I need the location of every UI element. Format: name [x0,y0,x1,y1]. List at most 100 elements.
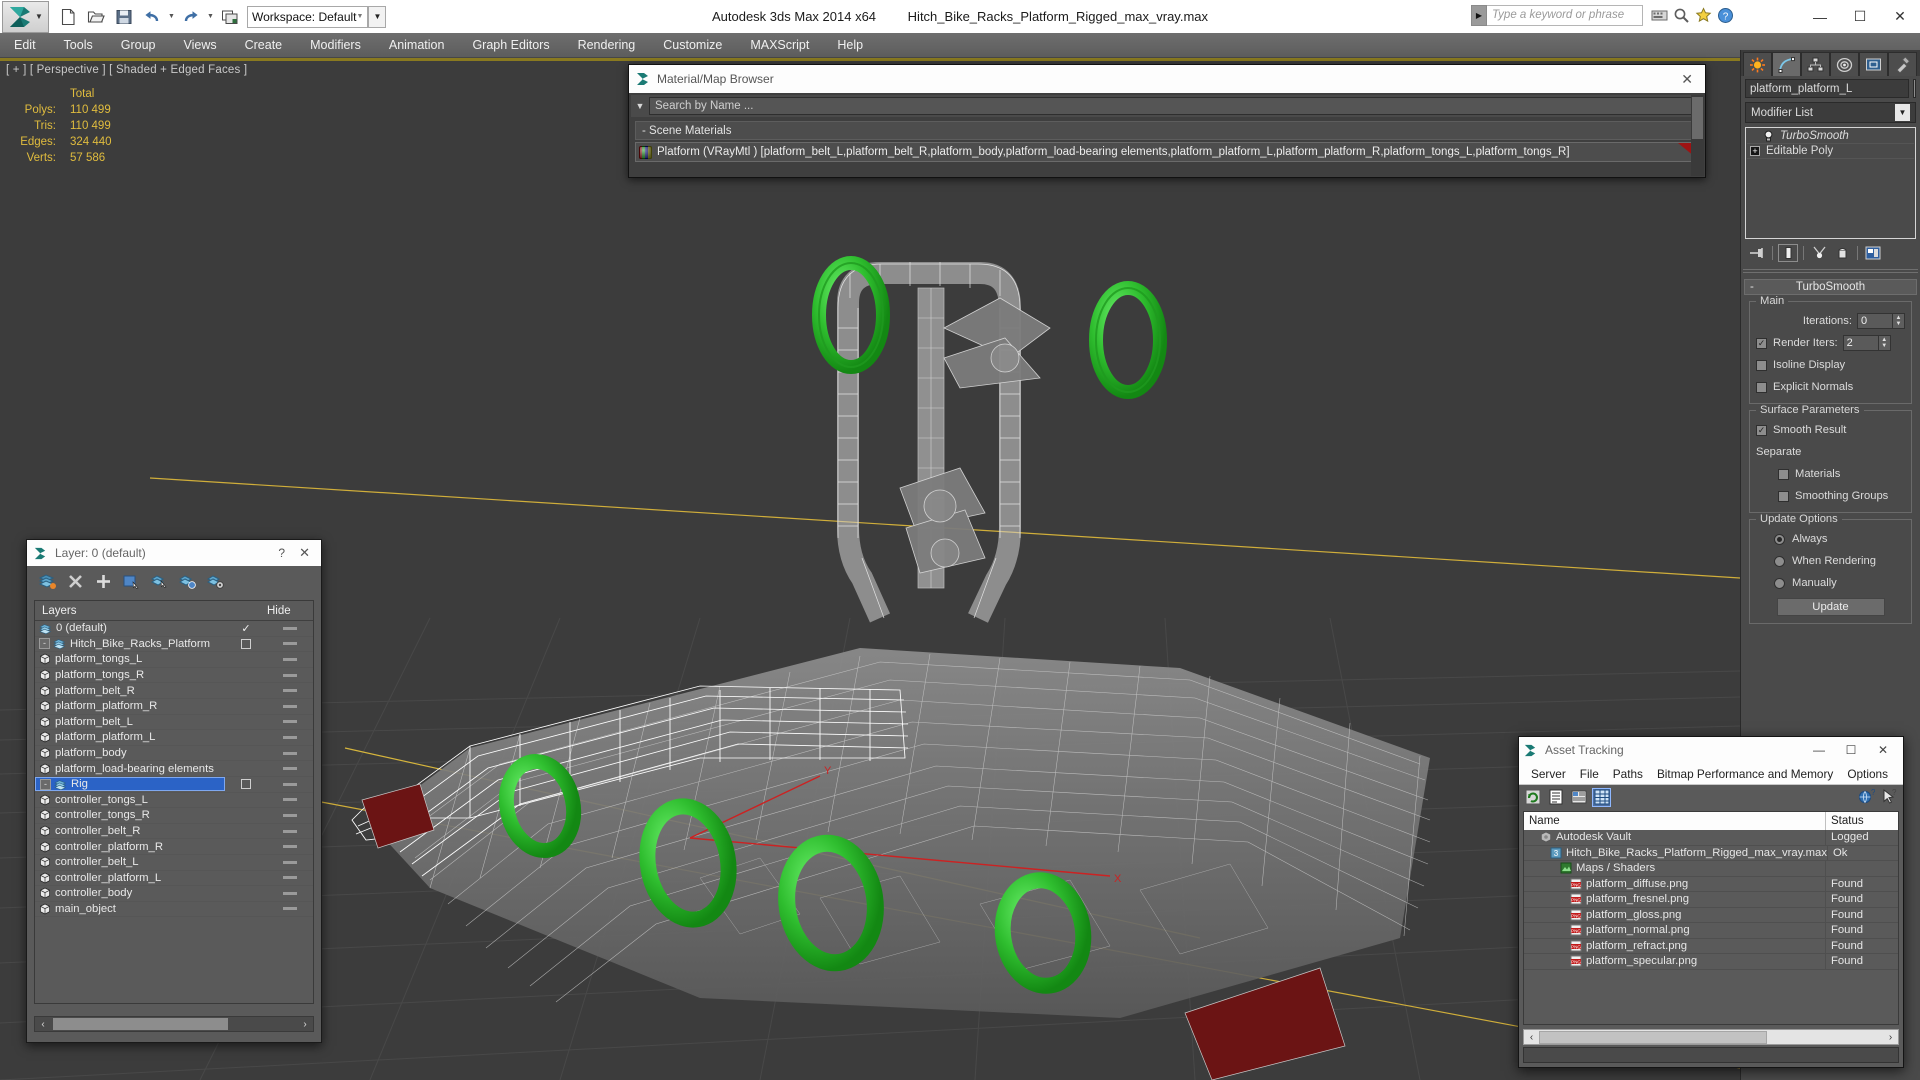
asset-menu-bitmap-performance-and-memory[interactable]: Bitmap Performance and Memory [1650,765,1840,783]
expander-icon[interactable]: - [39,638,50,650]
scroll-track[interactable] [1539,1030,1883,1044]
layer-hide-cell[interactable] [267,642,313,646]
material-search-input[interactable]: Search by Name ... [649,97,1703,115]
undo-button[interactable] [139,4,165,30]
layer-on-checkbox[interactable] [241,638,251,649]
asset-tracking-dialog[interactable]: Asset Tracking — ☐ ✕ Server File Paths Bitm… [1518,736,1904,1068]
smooth-result-row[interactable]: Smooth Result [1756,421,1905,439]
hide-dash-icon[interactable] [283,860,297,864]
asset-list-hscrollbar[interactable]: ‹ › [1523,1029,1899,1045]
asset-row[interactable]: PNG platform_specular.png Found [1524,954,1898,970]
undo-dropdown-icon[interactable]: ▼ [167,13,176,20]
scroll-right-icon[interactable]: › [1883,1032,1898,1043]
menu-item-tools[interactable]: Tools [50,34,107,56]
layer-list[interactable]: Layers Hide 0 (default) ✓ - Hitch_Bike_Rack… [34,600,314,1004]
show-end-result-icon[interactable] [1778,244,1798,262]
help-cursor-icon[interactable]: ? [1880,788,1899,807]
asset-row[interactable]: PNG platform_refract.png Found [1524,938,1898,954]
modifier-list-dropdown[interactable]: Modifier List ▼ [1745,102,1916,123]
scroll-track[interactable] [51,1018,297,1030]
menu-item-customize[interactable]: Customize [649,34,736,56]
layer-hide-cell[interactable] [267,876,313,880]
layer-row[interactable]: platform_tongs_L [35,652,313,668]
asset-row[interactable]: PNG platform_fresnel.png Found [1524,892,1898,908]
always-row[interactable]: Always [1756,530,1905,548]
scroll-right-icon[interactable]: › [297,1019,313,1030]
render-iters-input[interactable] [1842,335,1879,351]
select-objects-in-layer-icon[interactable] [121,571,141,591]
rollout-collapse-icon[interactable]: - [1750,281,1754,293]
layer-row[interactable]: platform_platform_R [35,699,313,715]
maximize-button[interactable]: ☐ [1840,0,1880,33]
layer-hide-cell[interactable] [267,907,313,911]
close-icon[interactable]: ✕ [294,545,315,561]
scroll-left-icon[interactable]: ‹ [1524,1032,1539,1043]
rollout-header[interactable]: - TurboSmooth [1744,279,1917,295]
asset-row[interactable]: 3 Hitch_Bike_Racks_Platform_Rigged_max_vr… [1524,845,1898,861]
hide-dash-icon[interactable] [283,626,297,630]
asset-menu-server[interactable]: Server [1524,765,1573,783]
tab-hierarchy[interactable] [1801,52,1830,76]
remove-modifier-icon[interactable] [1832,244,1852,262]
layer-hide-cell[interactable] [267,751,313,755]
layer-hide-cell[interactable] [267,782,313,786]
refresh-icon[interactable] [1523,788,1542,807]
layer-hide-cell[interactable] [267,767,313,771]
smooth-result-checkbox[interactable] [1756,424,1767,436]
menu-item-group[interactable]: Group [107,34,170,56]
layer-row[interactable]: main_object [35,902,313,918]
layer-hide-cell[interactable] [267,829,313,833]
bookmark-star-icon[interactable] [1695,7,1712,24]
layer-hide-cell[interactable] [267,704,313,708]
hide-dash-icon[interactable] [283,876,297,880]
manually-row[interactable]: Manually [1756,574,1905,592]
create-new-layer-icon[interactable] [37,571,57,591]
keyboard-shortcut-icon[interactable] [1651,7,1668,24]
layer-row[interactable]: controller_platform_L [35,871,313,887]
layer-list-hscrollbar[interactable]: ‹ › [34,1016,314,1032]
asset-menu-file[interactable]: File [1573,765,1606,783]
workspace-combo[interactable]: Workspace: Default ▼ [247,5,369,28]
add-layer-icon[interactable] [93,571,113,591]
menu-item-animation[interactable]: Animation [375,34,459,56]
layer-on-cell[interactable] [225,638,267,649]
when-rendering-row[interactable]: When Rendering [1756,552,1905,570]
layer-row[interactable]: controller_belt_R [35,824,313,840]
asset-row[interactable]: PNG platform_diffuse.png Found [1524,876,1898,892]
hide-dash-icon[interactable] [283,735,297,739]
help-circle-icon[interactable]: ? [1717,7,1734,24]
smoothing-groups-checkbox[interactable] [1778,490,1789,502]
always-radio[interactable] [1774,533,1785,545]
hide-dash-icon[interactable] [283,767,297,771]
tab-utilities[interactable] [1888,52,1917,76]
pin-stack-icon[interactable] [1747,244,1767,262]
help-globe-icon[interactable]: ? [1857,788,1876,807]
hide-dash-icon[interactable] [283,642,297,646]
layer-hide-cell[interactable] [267,860,313,864]
object-color-swatch[interactable] [1913,79,1916,98]
asset-menu-options[interactable]: Options [1840,765,1895,783]
help-search-input[interactable]: Type a keyword or phrase [1487,5,1643,26]
hide-dash-icon[interactable] [283,782,297,786]
asset-row[interactable]: PNG platform_gloss.png Found [1524,907,1898,923]
tab-motion[interactable] [1830,52,1859,76]
layer-on-tick-icon[interactable]: ✓ [241,622,250,635]
search-icon[interactable] [1673,7,1690,24]
material-map-browser-dialog[interactable]: Material/Map Browser ✕ ▼ Search by Name … [628,64,1706,178]
layer-hide-cell[interactable] [267,720,313,724]
modifier-stack-item-editable-poly[interactable]: + Editable Poly [1747,144,1914,159]
smoothing-groups-row[interactable]: Smoothing Groups [1756,487,1905,505]
menu-item-maxscript[interactable]: MAXScript [736,34,823,56]
list-view-icon[interactable] [1546,788,1565,807]
menu-item-create[interactable]: Create [231,34,297,56]
layer-row[interactable]: platform_belt_L [35,715,313,731]
scrollbar-thumb[interactable] [1692,97,1703,139]
close-icon[interactable]: ✕ [1675,71,1699,88]
maximize-button[interactable]: ☐ [1835,738,1867,762]
layer-row[interactable]: controller_belt_L [35,855,313,871]
grid-view-icon[interactable] [1592,787,1611,807]
tab-create[interactable] [1743,52,1772,76]
manually-radio[interactable] [1774,577,1785,589]
materials-checkbox[interactable] [1778,468,1789,480]
layer-row[interactable]: 0 (default) ✓ [35,621,313,637]
